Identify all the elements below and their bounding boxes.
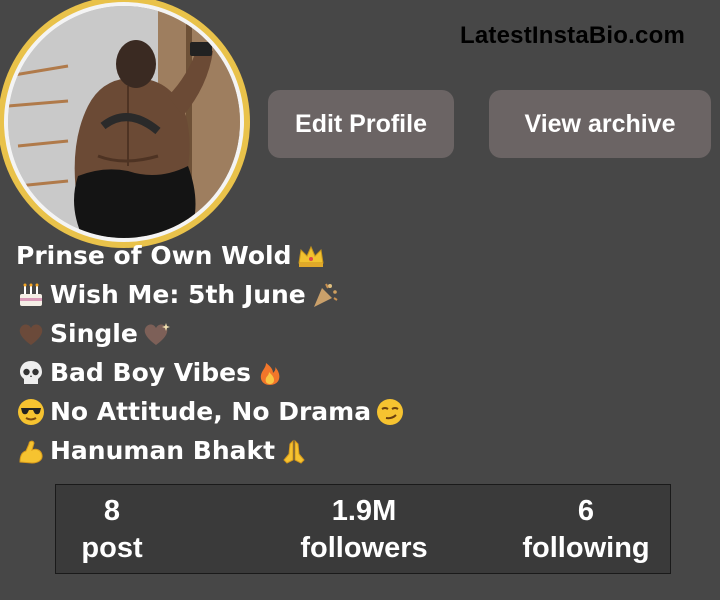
bio-line-1: Prinse of Own Wold [16,236,409,275]
avatar[interactable] [8,6,240,238]
crown-icon [296,241,326,271]
posts-label: post [81,532,143,564]
stat-following[interactable]: 6 following [511,493,661,567]
bio-text: Prinse of Own Wold [16,241,292,270]
smirk-face-icon [375,397,405,427]
bio-line-6: Hanuman Bhakt [16,431,409,470]
bio-text: Bad Boy Vibes [50,358,251,387]
bio-line-2: Wish Me: 5th June [16,275,409,314]
avatar-photo [8,6,240,238]
flexed-biceps-icon [16,436,46,466]
following-label: following [522,532,650,564]
profile-stats: 8 post 1.9M followers 6 following [55,484,671,574]
folded-hands-icon [279,436,309,466]
skull-icon [16,358,46,388]
brown-heart-icon [16,319,46,349]
bio-text: Hanuman Bhakt [50,436,276,465]
stat-posts[interactable]: 8 post [70,493,154,567]
view-archive-button[interactable]: View archive [489,90,711,158]
followers-count: 1.9M [331,495,397,527]
fire-icon [255,358,285,388]
bio-text: No Attitude, No Drama [50,397,372,426]
bio: Prinse of Own Wold Wish Me: 5th June Sin… [16,236,409,470]
sparkling-heart-icon [142,319,172,349]
avatar-ring[interactable] [0,0,250,248]
edit-profile-button[interactable]: Edit Profile [268,90,454,158]
bio-text: Single [50,319,138,348]
bio-line-5: No Attitude, No Drama [16,392,409,431]
avatar-border [4,2,244,242]
posts-count: 8 [103,495,121,527]
followers-label: followers [300,532,428,564]
following-count: 6 [577,495,595,527]
stat-followers[interactable]: 1.9M followers [284,493,444,567]
party-popper-icon [310,280,340,310]
bio-line-4: Bad Boy Vibes [16,353,409,392]
sunglasses-face-icon [16,397,46,427]
bio-line-3: Single [16,314,409,353]
birthday-cake-icon [16,280,46,310]
bio-text: Wish Me: 5th June [50,280,306,309]
watermark-text: LatestInstaBio.com [460,22,685,49]
